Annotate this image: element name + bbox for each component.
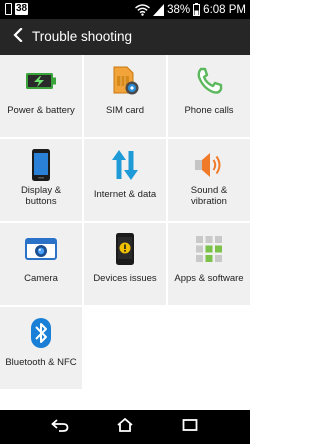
tile-label: Devices issues [93, 273, 157, 284]
tile-label: Power & battery [7, 105, 75, 116]
tile-label: Sound & vibration [168, 185, 250, 207]
category-grid: Power & battery SIM card Phone calls Dis… [0, 55, 250, 410]
tile-sound-vibration[interactable]: Sound & vibration [168, 139, 250, 221]
tile-label: SIM card [105, 105, 144, 116]
tile-power-battery[interactable]: Power & battery [0, 55, 82, 137]
display-icon [25, 147, 57, 183]
back-arrow-icon [13, 26, 23, 47]
tile-camera[interactable]: Camera [0, 223, 82, 305]
camera-icon [25, 231, 57, 267]
apps-grid-icon [193, 231, 225, 267]
device-warning-icon [109, 231, 141, 267]
speaker-icon [193, 147, 225, 183]
tile-label-line: Display & [20, 185, 62, 196]
app-bar: Trouble shooting [0, 19, 250, 55]
status-bar: 38 38% 6:08 PM [0, 0, 250, 19]
battery-icon [193, 3, 201, 16]
notification-icon [5, 3, 12, 15]
tile-sim-card[interactable]: SIM card [84, 55, 166, 137]
data-transfer-icon [109, 147, 141, 183]
tile-label: Apps & software [174, 273, 244, 284]
bluetooth-icon [25, 315, 57, 351]
tile-label: Display & buttons [0, 185, 82, 207]
nav-back-button[interactable] [35, 410, 85, 444]
tile-label: Bluetooth & NFC [5, 357, 77, 368]
tile-display-buttons[interactable]: Display & buttons [0, 139, 82, 221]
back-button[interactable] [4, 23, 32, 51]
phone-icon [193, 63, 225, 99]
tile-internet-data[interactable]: Internet & data [84, 139, 166, 221]
battery-icon [25, 63, 57, 99]
nav-home-button[interactable] [100, 410, 150, 444]
clock: 6:08 PM [203, 3, 246, 16]
signal-icon [153, 3, 165, 16]
tile-apps-software[interactable]: Apps & software [168, 223, 250, 305]
notification-badge: 38 [15, 3, 29, 15]
tile-phone-calls[interactable]: Phone calls [168, 55, 250, 137]
recent-apps-icon [182, 418, 198, 437]
tile-label: Phone calls [184, 105, 234, 116]
tile-label-line: buttons [25, 196, 57, 207]
tile-label: Camera [24, 273, 58, 284]
tile-devices-issues[interactable]: Devices issues [84, 223, 166, 305]
wifi-icon [135, 3, 151, 16]
nav-recent-apps-button[interactable] [165, 410, 215, 444]
sim-card-icon [109, 63, 141, 99]
tile-label-line: vibration [191, 196, 227, 207]
home-icon [116, 417, 134, 437]
page-title: Trouble shooting [32, 29, 133, 44]
tile-bluetooth-nfc[interactable]: Bluetooth & NFC [0, 307, 82, 389]
tile-label-line: Sound & [190, 185, 228, 196]
nav-back-icon [51, 418, 69, 437]
battery-percent: 38% [167, 3, 191, 16]
navigation-bar [0, 410, 250, 444]
tile-label: Internet & data [93, 189, 157, 200]
